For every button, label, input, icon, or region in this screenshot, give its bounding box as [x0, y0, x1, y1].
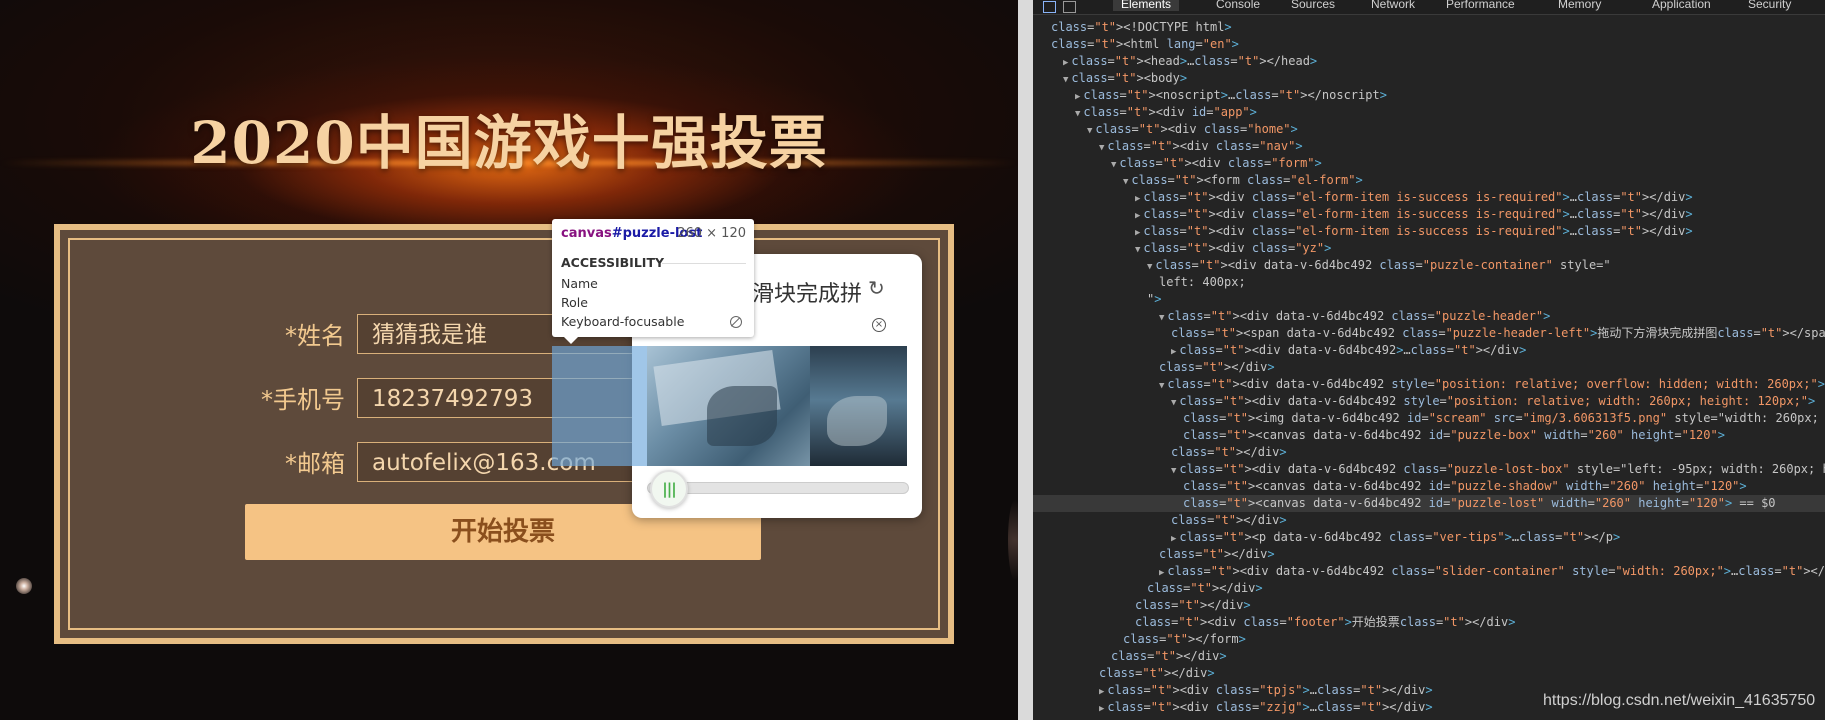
device-toolbar-icon[interactable]: [1063, 1, 1076, 13]
tab-console[interactable]: Console: [1216, 0, 1260, 11]
spark-decoration: [16, 578, 32, 594]
devtools-divider[interactable]: [1018, 0, 1033, 720]
email-label: *邮箱: [285, 450, 345, 478]
puzzle-lost-highlight: [552, 346, 647, 466]
devtools-panel: Elements Console Sources Network Performance…: [1033, 0, 1825, 720]
dom-node-line[interactable]: class="t"></form>: [1123, 631, 1246, 648]
dom-node-line[interactable]: ▼ class="t"><div class="nav">: [1099, 138, 1303, 155]
tab-security[interactable]: Security: [1748, 0, 1791, 11]
dom-node-line[interactable]: class="t"></div>: [1099, 665, 1215, 682]
close-icon[interactable]: ×: [872, 318, 886, 332]
dom-node-line[interactable]: ▼ class="t"><div data-v-6d4bc492 class="p…: [1159, 308, 1550, 325]
dom-node-line[interactable]: ▶ class="t"><p data-v-6d4bc492 class="ver…: [1171, 529, 1620, 546]
dom-node-line[interactable]: ▼ class="t"><form class="el-form">: [1123, 172, 1363, 189]
dom-node-line[interactable]: class="t"></div>: [1147, 580, 1263, 597]
dom-node-line[interactable]: class="t"><canvas data-v-6d4bc492 id="pu…: [1183, 478, 1747, 495]
tooltip-section: ACCESSIBILITY: [561, 255, 665, 270]
dom-node-line[interactable]: ">: [1147, 291, 1161, 308]
dom-node-line[interactable]: class="t"><!DOCTYPE html>: [1051, 19, 1232, 36]
dom-node-line[interactable]: ▼ class="t"><div id="app">: [1075, 104, 1257, 121]
inspect-tooltip: canvas#puzzle-lost 260 × 120 ACCESSIBILI…: [552, 219, 754, 344]
slider-handle[interactable]: |||: [650, 470, 688, 508]
dom-node-line[interactable]: ▼ class="t"><div class="form">: [1111, 155, 1322, 172]
dom-node-line[interactable]: ▼ class="t"><div data-v-6d4bc492 class="p…: [1147, 257, 1611, 274]
dom-node-line[interactable]: ▶ class="t"><noscript>…class="t"></noscri…: [1075, 87, 1387, 104]
dom-node-line[interactable]: class="t"><div class="footer">开始投票class=…: [1135, 614, 1515, 631]
watermark: https://blog.csdn.net/weixin_41635750: [1543, 692, 1816, 709]
vote-page: 2020中国游戏十强投票 *姓名 猜猜我是谁 *手机号 18237492793 …: [0, 0, 1018, 720]
dom-node-line[interactable]: class="t"></div>: [1159, 359, 1275, 376]
dom-node-line[interactable]: ▼ class="t"><div class="home">: [1087, 121, 1298, 138]
dom-node-line[interactable]: ▶ class="t"><div class="el-form-item is-s…: [1135, 223, 1693, 240]
dom-node-line[interactable]: class="t"><canvas data-v-6d4bc492 id="pu…: [1183, 495, 1776, 512]
dom-node-line[interactable]: ▶ class="t"><div class="tpjs">…class="t">…: [1099, 682, 1433, 699]
dom-node-line[interactable]: class="t"><html lang="en">: [1051, 36, 1239, 53]
dom-node-line[interactable]: class="t"></div>: [1111, 648, 1227, 665]
dom-node-line[interactable]: ▼ class="t"><div class="yz">: [1135, 240, 1331, 257]
tab-memory[interactable]: Memory: [1558, 0, 1601, 11]
dom-node-line[interactable]: class="t"></div>: [1159, 546, 1275, 563]
image-region: [827, 396, 887, 446]
tooltip-dimensions: 260 × 120: [677, 226, 746, 241]
dom-node-line[interactable]: ▼ class="t"><div data-v-6d4bc492 style="p…: [1171, 393, 1815, 410]
page-title: 2020中国游戏十强投票: [190, 109, 828, 177]
tooltip-tag: canvas: [561, 226, 612, 241]
puzzle-image: [647, 346, 907, 466]
dom-node-line[interactable]: ▼ class="t"><div data-v-6d4bc492 class="p…: [1171, 461, 1825, 478]
dom-node-line[interactable]: ▶ class="t"><div data-v-6d4bc492 class="s…: [1159, 563, 1825, 580]
tooltip-prop: Keyboard-focusable: [561, 314, 685, 329]
name-label: *姓名: [285, 322, 345, 350]
dom-node-line[interactable]: class="t"></div>: [1135, 597, 1251, 614]
tooltip-prop: Name: [561, 276, 598, 291]
tooltip-divider: [662, 263, 746, 264]
tab-sources[interactable]: Sources: [1291, 0, 1335, 11]
dom-node-line[interactable]: class="t"><img data-v-6d4bc492 id="screa…: [1183, 410, 1825, 427]
dom-node-line[interactable]: ▶ class="t"><div data-v-6d4bc492>…class="…: [1171, 342, 1526, 359]
dom-node-line[interactable]: class="t"><canvas data-v-6d4bc492 id="pu…: [1183, 427, 1725, 444]
puzzle-header: 滑块完成拼: [752, 282, 863, 307]
tooltip-prop: Role: [561, 295, 588, 310]
dom-node-line[interactable]: ▶ class="t"><head>…class="t"></head>: [1063, 53, 1317, 70]
dom-node-line[interactable]: class="t"></div>: [1171, 444, 1287, 461]
inspect-icon[interactable]: [1043, 1, 1056, 13]
dom-node-line[interactable]: left: 400px;: [1159, 274, 1246, 291]
tab-network[interactable]: Network: [1371, 0, 1415, 11]
scroll-decoration: [1008, 500, 1018, 580]
dom-node-line[interactable]: ▶ class="t"><div class="zzjg">…class="t">…: [1099, 699, 1433, 716]
image-region: [707, 386, 777, 446]
dom-node-line[interactable]: ▼ class="t"><div data-v-6d4bc492 style="p…: [1159, 376, 1825, 393]
dom-node-line[interactable]: class="t"><span data-v-6d4bc492 class="p…: [1171, 325, 1825, 342]
dom-node-line[interactable]: ▶ class="t"><div class="el-form-item is-s…: [1135, 189, 1693, 206]
dom-node-line[interactable]: ▼ class="t"><body>: [1063, 70, 1187, 87]
phone-label: *手机号: [261, 386, 345, 414]
dom-node-line[interactable]: class="t"></div>: [1171, 512, 1287, 529]
tab-elements[interactable]: Elements: [1113, 0, 1180, 11]
not-focusable-icon: [730, 316, 742, 328]
tab-application[interactable]: Application: [1652, 0, 1711, 11]
devtools-tabbar: Elements Console Sources Network Performance…: [1033, 0, 1825, 15]
refresh-icon[interactable]: ↻: [868, 276, 885, 300]
dom-node-line[interactable]: ▶ class="t"><div class="el-form-item is-s…: [1135, 206, 1693, 223]
tab-performance[interactable]: Performance: [1446, 0, 1515, 11]
